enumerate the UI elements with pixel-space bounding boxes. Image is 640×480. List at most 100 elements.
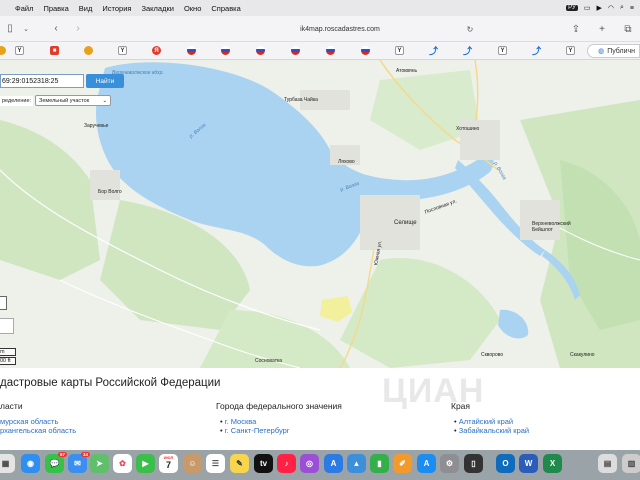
- zoom-control[interactable]: [0, 296, 7, 310]
- layers-icon[interactable]: [0, 318, 14, 334]
- favorite-site-icon[interactable]: [0, 46, 6, 55]
- regions-heading: ласти: [0, 401, 23, 411]
- detect-type-select[interactable]: Земельный участок ⌄: [35, 95, 112, 106]
- play-icon[interactable]: ▶: [596, 4, 601, 12]
- apple-tv-icon[interactable]: tv: [254, 454, 273, 473]
- menu-bookmarks[interactable]: Закладки: [136, 4, 178, 13]
- favorite-ru-flag-icon[interactable]: [291, 46, 300, 55]
- detect-label: ределение:: [0, 95, 34, 106]
- back-button[interactable]: ‹: [48, 21, 64, 37]
- favorite-yandex-icon[interactable]: Y: [118, 46, 127, 55]
- detect-row: ределение: Земельный участок ⌄: [0, 95, 112, 106]
- map-canvas[interactable]: [0, 60, 640, 368]
- globe-icon: ◍: [598, 48, 605, 55]
- favorite-ru-flag-icon[interactable]: [326, 46, 335, 55]
- music-icon[interactable]: ♪: [277, 454, 296, 473]
- menu-window[interactable]: Окно: [179, 4, 206, 13]
- dock: ▦ ◉ 💬 57 ✉ 34 ➤ ✿ ▶ ИЮЛ 7 ☺ ☰ ✎ tv ♪ ◎ A ▲…: [0, 450, 640, 480]
- page-content: ЦИАН дастровые карты Российской Федераци…: [0, 368, 640, 450]
- trash-icon[interactable]: ▥: [622, 454, 640, 473]
- messages-badge: 57: [57, 452, 67, 457]
- calendar-icon[interactable]: ИЮЛ 7: [159, 454, 178, 473]
- url-text: ik4map.roscadastres.com: [300, 25, 380, 33]
- sidebar-icon[interactable]: ▯: [2, 21, 18, 37]
- forward-button[interactable]: ›: [70, 21, 86, 37]
- chevron-down-icon[interactable]: ⌄: [18, 21, 34, 37]
- address-bar[interactable]: ik4map.roscadastres.com: [200, 20, 480, 38]
- favorite-site-icon[interactable]: [84, 46, 93, 55]
- launchpad-icon[interactable]: ▦: [0, 454, 15, 473]
- facetime-icon[interactable]: ▶: [136, 454, 155, 473]
- messages-icon[interactable]: 💬 57: [45, 452, 67, 473]
- podcasts-icon[interactable]: ◎: [300, 454, 319, 473]
- public-map-tab[interactable]: ◍ Публичн: [587, 44, 640, 58]
- favorite-tool-icon[interactable]: ⤴: [463, 46, 472, 56]
- control-center-icon[interactable]: ≡: [630, 5, 634, 12]
- federal-city-item: г. Санкт-Петербург: [220, 426, 290, 435]
- app-store-icon[interactable]: A: [417, 454, 436, 473]
- favorite-tool-icon[interactable]: ⤴: [429, 46, 438, 56]
- krai-link[interactable]: Алтайский край: [459, 417, 513, 426]
- input-source-badge[interactable]: РУ: [566, 5, 578, 11]
- favorite-site-icon[interactable]: ■: [50, 46, 59, 55]
- federal-cities-heading: Города федерального значения: [216, 401, 342, 411]
- cadastral-map[interactable]: Верхневолжское вдхр. Заручевье Бор Волго…: [0, 60, 640, 368]
- safari-icon[interactable]: ◉: [21, 454, 40, 473]
- map-label-lyahovo: Ляхово: [338, 159, 355, 165]
- reminders-icon[interactable]: ☰: [206, 454, 225, 473]
- menu-history[interactable]: История: [97, 4, 136, 13]
- search-icon[interactable]: ⌕: [620, 4, 624, 12]
- cadastral-search-input[interactable]: 69:29:0152318:25: [0, 74, 84, 88]
- favorite-yandex-icon[interactable]: Я: [152, 46, 161, 55]
- browser-toolbar: ▯ ⌄ ‹ › ik4map.roscadastres.com ↻ ⇪ + ⧉: [0, 16, 640, 42]
- krai-link[interactable]: Забайкальский край: [459, 426, 529, 435]
- favorite-yandex-icon[interactable]: Y: [15, 46, 24, 55]
- notes-icon[interactable]: ✎: [230, 454, 249, 473]
- page-title: дастровые карты Российской Федерации: [0, 377, 221, 389]
- keynote-icon[interactable]: ▲: [347, 454, 366, 473]
- excel-icon[interactable]: X: [543, 454, 562, 473]
- menu-file[interactable]: Файл: [10, 4, 38, 13]
- iphone-mirroring-icon[interactable]: ▯: [464, 454, 483, 473]
- map-label-skvorovo: Скворово: [481, 352, 504, 358]
- chevron-down-icon: ⌄: [102, 97, 108, 104]
- tab-overview-icon[interactable]: ⧉: [620, 21, 636, 37]
- favorite-ru-flag-icon[interactable]: [187, 46, 196, 55]
- contacts-icon[interactable]: ☺: [183, 454, 202, 473]
- maps-icon[interactable]: ➤: [90, 454, 109, 473]
- share-icon[interactable]: ⇪: [568, 21, 584, 37]
- favorite-ru-flag-icon[interactable]: [361, 46, 370, 55]
- word-icon[interactable]: W: [519, 454, 538, 473]
- system-settings-icon[interactable]: ⚙: [440, 454, 459, 473]
- numbers-icon[interactable]: ▮: [370, 454, 389, 473]
- region-link[interactable]: рхангельская область: [0, 426, 76, 435]
- menu-edit[interactable]: Правка: [38, 4, 73, 13]
- region-link[interactable]: мурская область: [0, 417, 58, 426]
- map-label-skakulino: Скакулино: [570, 352, 595, 358]
- reload-icon[interactable]: ↻: [462, 21, 478, 37]
- photos-icon[interactable]: ✿: [113, 454, 132, 473]
- federal-city-link[interactable]: г. Санкт-Петербург: [225, 426, 290, 435]
- favorite-yandex-icon[interactable]: Y: [498, 46, 507, 55]
- krai-heading: Края: [451, 401, 471, 411]
- scale-imperial: 00 ft: [0, 357, 16, 365]
- map-label-sosnovatka: Сосноватка: [255, 358, 283, 364]
- mail-icon[interactable]: ✉ 34: [68, 452, 90, 473]
- favorite-yandex-icon[interactable]: Y: [566, 46, 575, 55]
- menu-view[interactable]: Вид: [74, 4, 98, 13]
- wifi-icon[interactable]: ◠: [608, 4, 614, 12]
- favorite-tool-icon[interactable]: ⤴: [532, 46, 541, 56]
- pages-icon[interactable]: ✐: [393, 454, 412, 473]
- downloads-stack-icon[interactable]: ▤: [598, 454, 617, 473]
- favorite-ru-flag-icon[interactable]: [221, 46, 230, 55]
- federal-city-link[interactable]: г. Москва: [225, 417, 257, 426]
- favorite-ru-flag-icon[interactable]: [256, 46, 265, 55]
- find-button[interactable]: Найти: [86, 74, 124, 88]
- favorite-yandex-icon[interactable]: Y: [395, 46, 404, 55]
- app-store-icon[interactable]: A: [324, 454, 343, 473]
- federal-city-item: г. Москва: [220, 417, 257, 426]
- menu-help[interactable]: Справка: [206, 4, 245, 13]
- battery-icon[interactable]: ▭: [584, 4, 591, 12]
- outlook-icon[interactable]: O: [496, 454, 515, 473]
- new-tab-icon[interactable]: +: [594, 21, 610, 37]
